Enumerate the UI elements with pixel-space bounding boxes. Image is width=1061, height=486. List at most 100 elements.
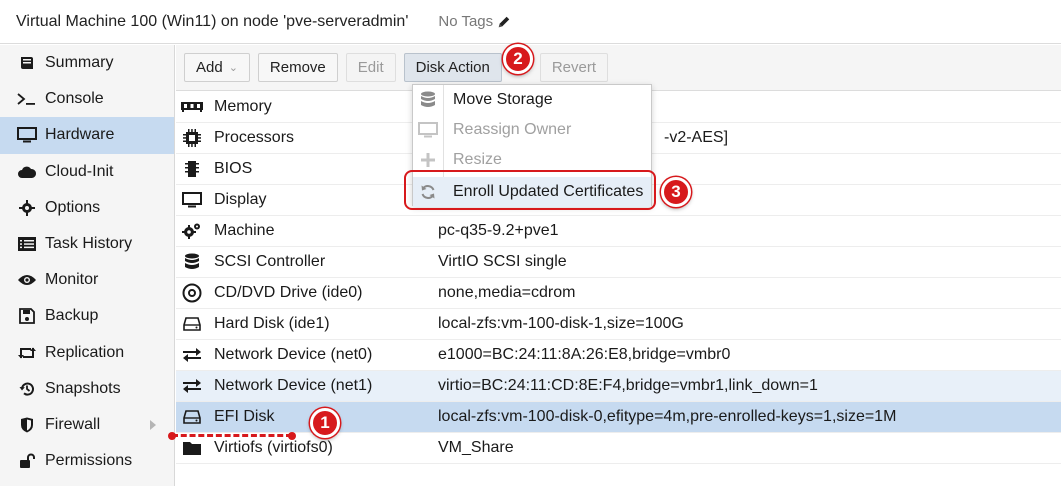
row-value: VM_Share [438,439,514,456]
add-button-label: Add [196,59,223,76]
sidebar-item-monitor[interactable]: Monitor [0,262,174,298]
hdd-icon [178,314,206,334]
cpu-icon [178,128,206,148]
database-icon [413,91,443,109]
sidebar-item-options[interactable]: Options [0,190,174,226]
disk-action-button[interactable]: Disk Action [403,53,502,82]
table-row-efi-disk[interactable]: EFI Disk local-zfs:vm-100-disk-0,efitype… [176,402,1061,433]
sidebar-item-firewall[interactable]: Firewall [0,407,174,443]
row-name: Hard Disk (ide1) [214,315,330,332]
sidebar-item-cloud-init[interactable]: Cloud-Init [0,154,174,190]
sidebar-item-backup[interactable]: Backup [0,298,174,334]
row-value: local-zfs:vm-100-disk-1,size=100G [438,315,684,332]
table-row[interactable]: CD/DVD Drive (ide0) none,media=cdrom [176,278,1061,309]
row-value: e1000=BC:24:11:8A:26:E8,bridge=vmbr0 [438,346,731,363]
history-icon [16,380,38,398]
step-badge-2: 2 [503,44,533,74]
title-bar: Virtual Machine 100 (Win11) on node 'pve… [0,0,1061,44]
hdd-icon [178,407,206,427]
shield-icon [16,416,38,434]
add-button[interactable]: Add ⌄ [184,53,250,82]
row-value: local-zfs:vm-100-disk-0,efitype=4m,pre-e… [438,408,897,425]
sidebar-item-label: Backup [45,307,99,325]
table-row[interactable]: Network Device (net0) e1000=BC:24:11:8A:… [176,340,1061,371]
sidebar-item-label: Hardware [45,126,115,144]
chevron-down-icon: ⌄ [228,62,238,74]
table-row[interactable]: Network Device (net1) virtio=BC:24:11:CD… [176,371,1061,402]
gear-icon [16,199,38,217]
unlock-icon [16,452,38,470]
tags-label: No Tags [438,13,494,30]
highlight-ring [404,170,656,210]
row-name: Network Device (net1) [214,377,373,394]
menu-item-reassign-owner[interactable]: Reassign Owner [413,115,651,145]
menu-item-label: Move Storage [453,91,553,108]
database-icon [178,252,206,272]
dashed-underline [168,431,296,440]
sidebar-item-label: Replication [45,343,125,361]
remove-button[interactable]: Remove [257,53,338,82]
menu-item-label: Reassign Owner [453,121,572,138]
table-row[interactable]: SCSI Controller VirtIO SCSI single [176,247,1061,278]
retweet-icon [16,344,38,362]
pencil-icon[interactable] [497,15,511,29]
list-icon [16,235,38,253]
sidebar-item-label: Cloud-Init [45,162,114,180]
row-value: pc-q35-9.2+pve1 [438,222,559,239]
tags-area[interactable]: No Tags [438,13,511,30]
row-name: Network Device (net0) [214,346,373,363]
sidebar-item-label: Task History [45,235,133,253]
monitor-icon [413,122,443,138]
row-name: Machine [214,222,275,239]
row-name: Virtiofs (virtiofs0) [214,439,333,456]
folder-icon [178,438,206,458]
table-row[interactable]: Hard Disk (ide1) local-zfs:vm-100-disk-1… [176,309,1061,340]
sidebar: Summary Console Hardware Cloud-Init Opti… [0,45,175,486]
terminal-icon [16,90,38,108]
exchange-icon [178,345,206,365]
cogs-icon [178,221,206,241]
sidebar-item-snapshots[interactable]: Snapshots [0,371,174,407]
memory-icon [178,97,206,117]
floppy-icon [16,307,38,325]
revert-button[interactable]: Revert [539,53,609,82]
monitor-icon [16,126,38,144]
vm-title: Virtual Machine 100 (Win11) on node 'pve… [16,12,409,30]
sidebar-item-task-history[interactable]: Task History [0,226,174,262]
row-name: Memory [214,98,272,115]
sidebar-item-label: Snapshots [45,379,121,397]
row-name: CD/DVD Drive (ide0) [214,284,363,301]
book-icon [16,54,38,72]
table-row[interactable]: Machine pc-q35-9.2+pve1 [176,216,1061,247]
table-row[interactable]: Virtiofs (virtiofs0) VM_Share [176,433,1061,464]
sidebar-item-console[interactable]: Console [0,81,174,117]
edit-button[interactable]: Edit [345,53,396,82]
row-name: Processors [214,129,295,146]
cloud-icon [16,163,38,181]
sidebar-item-permissions[interactable]: Permissions [0,443,174,479]
monitor-icon [178,190,206,210]
plus-icon [413,153,443,167]
sidebar-item-label: Console [45,90,104,108]
row-name: SCSI Controller [214,253,326,270]
expand-arrow-icon[interactable] [150,419,156,430]
menu-item-move-storage[interactable]: Move Storage [413,85,651,115]
sidebar-item-label: Summary [45,54,114,72]
sidebar-item-replication[interactable]: Replication [0,335,174,371]
sidebar-item-label: Firewall [45,415,101,433]
sidebar-item-summary[interactable]: Summary [0,45,174,81]
eye-icon [16,271,38,289]
sidebar-item-label: Monitor [45,271,99,289]
row-value: VirtIO SCSI single [438,253,567,270]
sidebar-item-hardware[interactable]: Hardware [0,117,174,154]
step-badge-1: 1 [310,408,340,438]
row-value: none,media=cdrom [438,284,576,301]
menu-item-label: Resize [453,151,502,168]
sidebar-item-label: Options [45,198,101,216]
cdrom-icon [178,283,206,303]
step-badge-3: 3 [661,177,691,207]
row-value: virtio=BC:24:11:CD:8E:F4,bridge=vmbr1,li… [438,377,818,394]
chip-icon [178,159,206,179]
sidebar-item-label: Permissions [45,452,133,470]
exchange-icon [178,376,206,396]
